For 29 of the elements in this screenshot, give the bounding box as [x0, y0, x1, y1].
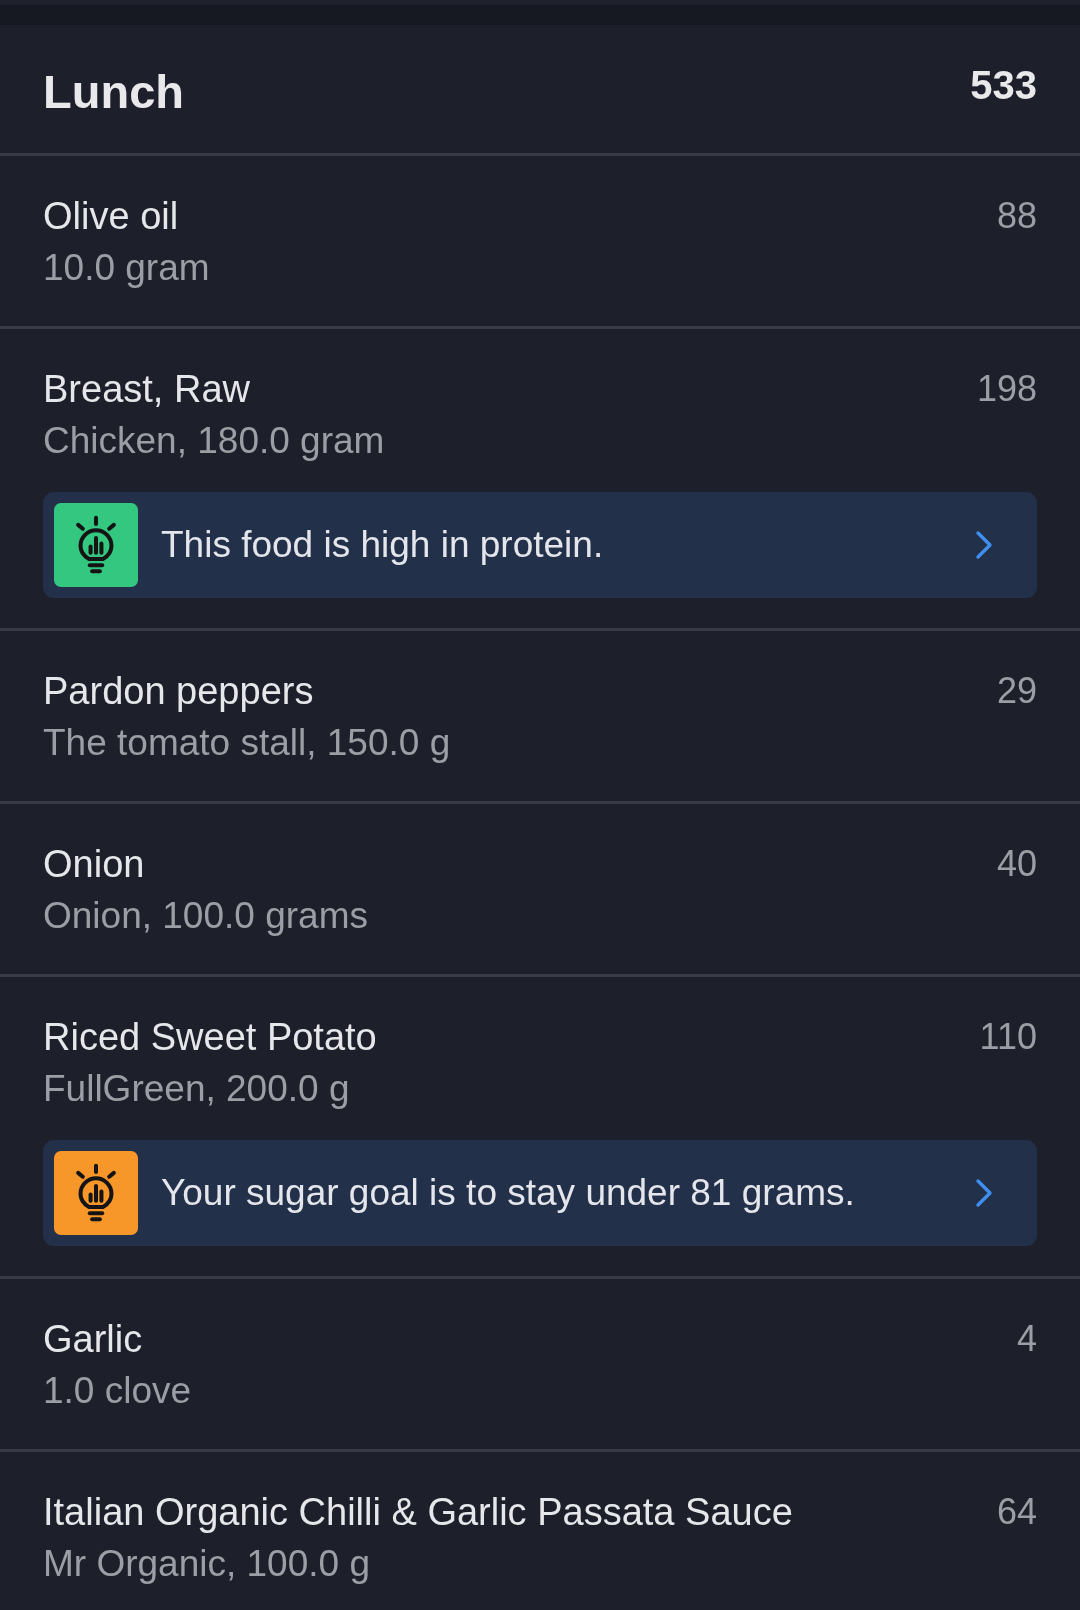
calorie-count: 4 — [1016, 1317, 1037, 1361]
food-detail: The tomato stall, 150.0 g — [43, 721, 451, 765]
food-name: Riced Sweet Potato — [43, 1015, 377, 1060]
food-name: Garlic — [43, 1317, 143, 1362]
food-name: Olive oil — [43, 194, 179, 239]
food-detail: Chicken, 180.0 gram — [43, 419, 385, 463]
calorie-count: 88 — [996, 194, 1037, 238]
chevron-right-icon — [974, 1178, 994, 1208]
food-name: Onion — [43, 842, 145, 887]
food-detail: 1.0 clove — [43, 1369, 192, 1413]
calorie-count: 198 — [976, 367, 1037, 411]
calorie-count: 64 — [996, 1490, 1037, 1534]
food-detail: 10.0 gram — [43, 246, 210, 290]
meal-title: Lunch — [43, 64, 184, 120]
meal-calories: 533 — [970, 63, 1037, 107]
food-name: Italian Organic Chilli & Garlic Passata Sauce — [43, 1490, 793, 1535]
food-detail: Mr Organic, 100.0 g — [43, 1542, 370, 1586]
food-detail: FullGreen, 200.0 g — [43, 1067, 350, 1111]
calorie-count: 110 — [979, 1015, 1037, 1059]
tip-card[interactable]: This food is high in protein. — [43, 492, 1037, 598]
calorie-count: 40 — [996, 842, 1037, 886]
tip-text: Your sugar goal is to stay under 81 grams. — [161, 1171, 856, 1215]
tip-text: This food is high in protein. — [161, 523, 605, 567]
food-name: Breast, Raw — [43, 367, 250, 412]
food-detail: Onion, 100.0 grams — [43, 894, 368, 938]
chevron-right-icon — [974, 530, 994, 560]
tip-card[interactable]: Your sugar goal is to stay under 81 grams. — [43, 1140, 1037, 1246]
calorie-count: 29 — [996, 669, 1037, 713]
food-name: Pardon peppers — [43, 669, 314, 714]
